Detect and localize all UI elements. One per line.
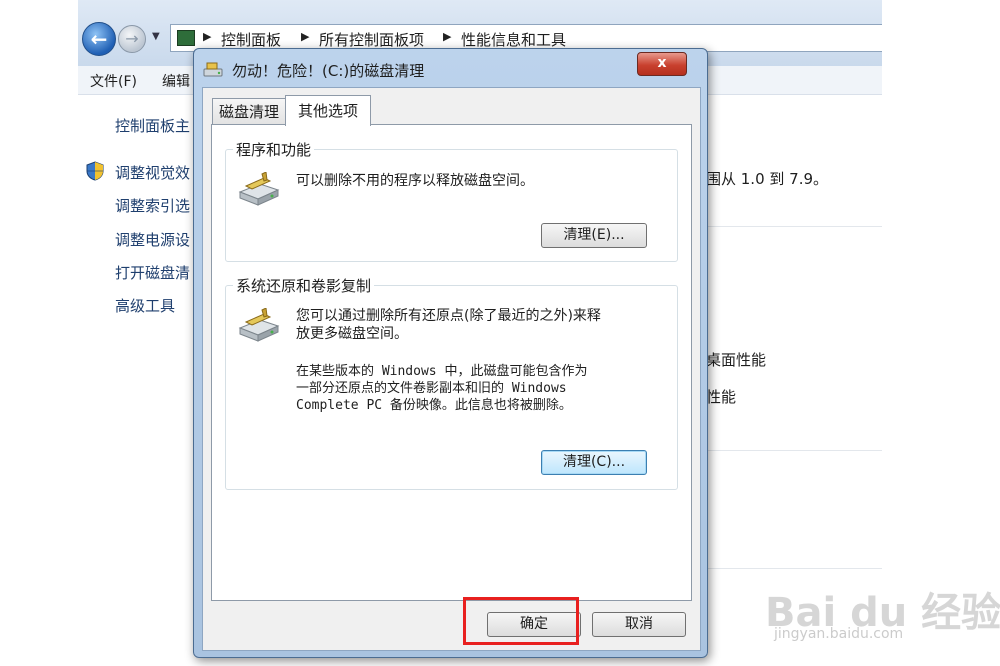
sidebar-item-disk-cleanup[interactable]: 打开磁盘清: [115, 262, 190, 283]
sidebar: 控制面板主 调整视觉效 调整索引选 调整电源设 打开磁盘清 高级工具: [78, 95, 198, 666]
system-restore-group: 系统还原和卷影复制 您可以通过删除所有还原点(除了最近的之外)来释 放更多磁盘空…: [225, 275, 678, 490]
menu-edit[interactable]: 编辑: [162, 71, 190, 91]
performance-text: 性能: [706, 388, 737, 406]
cancel-button[interactable]: 取消: [592, 612, 686, 637]
baidu-watermark-url: jingyan.baidu.com: [774, 626, 904, 642]
tab-disk-cleanup[interactable]: 磁盘清理: [212, 98, 286, 125]
breadcrumb-control-panel[interactable]: 控制面板: [221, 29, 281, 50]
tab-more-options[interactable]: 其他选项: [285, 95, 371, 126]
tab-panel: 程序和功能 可以删除不用的程序以释放磁盘空间。 清理(E)... 系统还原和卷影…: [211, 124, 692, 601]
sidebar-item-visual-effects[interactable]: 调整视觉效: [115, 162, 190, 183]
disk-cleanup-icon: [203, 62, 223, 77]
programs-cleanup-button[interactable]: 清理(E)...: [541, 223, 647, 248]
restore-note-line: 一部分还原点的文件卷影副本和旧的 Windows: [296, 381, 567, 396]
divider: [698, 450, 882, 451]
disk-cleanup-drive-icon: [238, 308, 280, 342]
divider: [698, 568, 882, 569]
restore-cleanup-button[interactable]: 清理(C)...: [541, 450, 647, 475]
close-button[interactable]: x: [637, 52, 687, 76]
dialog-body: 磁盘清理 其他选项 程序和功能 可以删除不用的程序以释放磁盘空间。 清理(E).…: [202, 87, 701, 651]
shield-icon: [86, 161, 104, 181]
desktop-performance-text: 桌面性能: [706, 351, 767, 369]
programs-group: 程序和功能 可以删除不用的程序以释放磁盘空间。 清理(E)...: [225, 139, 678, 262]
ok-highlight-box: [463, 597, 579, 645]
divider: [698, 226, 882, 227]
forward-button[interactable]: →: [118, 25, 146, 53]
programs-description: 可以删除不用的程序以释放磁盘空间。: [296, 173, 534, 189]
menu-file[interactable]: 文件(F): [90, 71, 137, 91]
back-button[interactable]: ←: [82, 22, 116, 56]
programs-legend: 程序和功能: [233, 139, 315, 160]
breadcrumb-separator-icon[interactable]: ▶: [443, 30, 451, 43]
system-restore-legend: 系统还原和卷影复制: [233, 275, 375, 296]
sidebar-item-indexing[interactable]: 调整索引选: [115, 195, 190, 216]
sidebar-item-control-panel-home[interactable]: 控制面板主: [115, 115, 190, 136]
dialog-title: 勿动！危险！(C:)的磁盘清理: [232, 62, 425, 80]
restore-note-line: 在某些版本的 Windows 中，此磁盘可能包含作为: [296, 364, 588, 379]
score-range-text: 围从 1.0 到 7.9。: [706, 170, 829, 188]
restore-note-line: Complete PC 备份映像。此信息也将被删除。: [296, 398, 572, 413]
sidebar-item-advanced-tools[interactable]: 高级工具: [115, 295, 175, 316]
restore-description-line: 您可以通过删除所有还原点(除了最近的之外)来释: [296, 308, 601, 324]
control-panel-icon: [177, 30, 195, 46]
history-dropdown-icon[interactable]: ▼: [152, 31, 160, 42]
breadcrumb-all-items[interactable]: 所有控制面板项: [319, 29, 424, 50]
breadcrumb-separator-icon[interactable]: ▶: [203, 30, 211, 43]
sidebar-item-power[interactable]: 调整电源设: [115, 229, 190, 250]
restore-description-line: 放更多磁盘空间。: [296, 326, 408, 342]
disk-cleanup-drive-icon: [238, 172, 280, 206]
disk-cleanup-dialog: 勿动！危险！(C:)的磁盘清理 x 磁盘清理 其他选项 程序和功能 可以删除不用…: [193, 48, 708, 658]
breadcrumb-separator-icon[interactable]: ▶: [301, 30, 309, 43]
breadcrumb-performance[interactable]: 性能信息和工具: [461, 29, 566, 50]
